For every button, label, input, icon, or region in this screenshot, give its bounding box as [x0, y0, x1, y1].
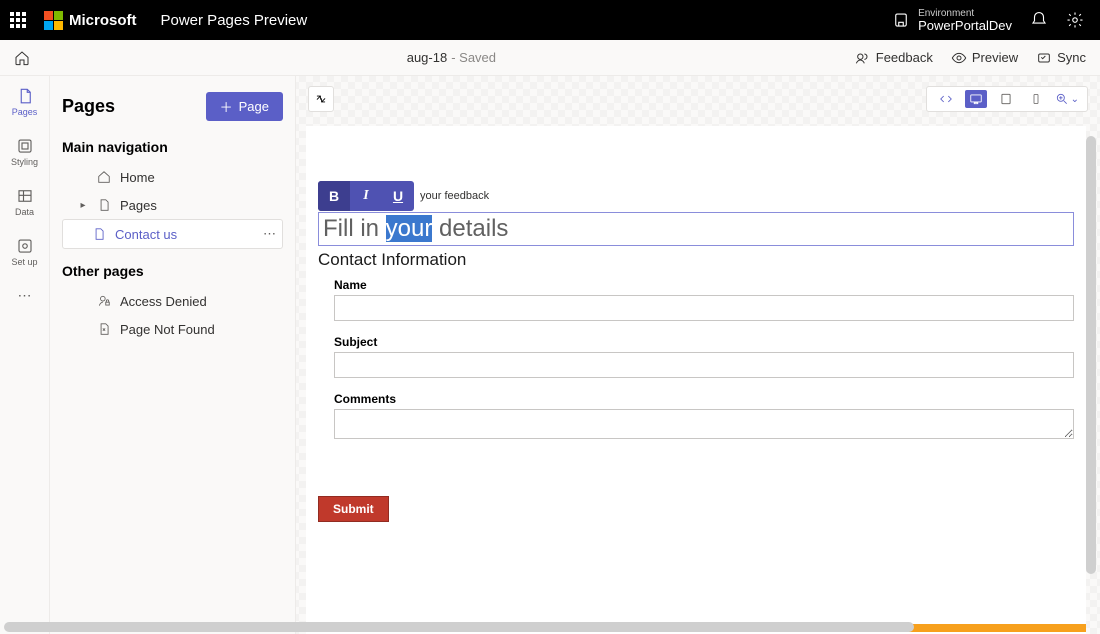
- tree-pages-label: Pages: [120, 198, 157, 213]
- comments-label: Comments: [334, 392, 1074, 406]
- page-icon: [96, 197, 112, 213]
- rail-styling[interactable]: Styling: [0, 134, 50, 170]
- tree-home[interactable]: Home: [62, 163, 283, 191]
- chevron-down-icon: ⌄: [1071, 94, 1079, 105]
- heading-pre: Fill in: [323, 215, 386, 242]
- rail-more-icon[interactable]: ⋯: [0, 284, 50, 307]
- desktop-view-icon[interactable]: [965, 90, 987, 108]
- viewport-switcher: ⌄: [926, 86, 1088, 112]
- left-rail: Pages Styling Data Set up ⋯: [0, 76, 50, 634]
- lock-user-icon: [96, 293, 112, 309]
- tree-contact-label: Contact us: [115, 227, 177, 242]
- tree-access-label: Access Denied: [120, 294, 207, 309]
- more-options-icon[interactable]: ⋯: [263, 226, 276, 242]
- rail-data-label: Data: [15, 207, 34, 217]
- app-topbar: Microsoft Power Pages Preview Environmen…: [0, 0, 1100, 40]
- preview-button[interactable]: Preview: [951, 50, 1018, 66]
- comments-input[interactable]: [334, 409, 1074, 439]
- main-area: Pages Styling Data Set up ⋯ Pages ＋ Page…: [0, 76, 1100, 634]
- submit-button[interactable]: Submit: [318, 496, 389, 522]
- heading-post: details: [432, 215, 508, 242]
- rail-styling-label: Styling: [11, 157, 38, 167]
- page-error-icon: [96, 321, 112, 337]
- subject-label: Subject: [334, 335, 1074, 349]
- save-status: - Saved: [451, 50, 496, 65]
- form-subhead: Contact Information: [318, 250, 1074, 270]
- canvas-toolbar: ⌄: [308, 84, 1088, 114]
- command-bar: aug-18 - Saved Feedback Preview Sync: [0, 40, 1100, 76]
- subject-input[interactable]: [334, 352, 1074, 378]
- rail-setup[interactable]: Set up: [0, 234, 50, 270]
- tree-pages[interactable]: ▸ Pages: [62, 191, 283, 219]
- microsoft-logo-icon: [44, 11, 63, 30]
- mobile-view-icon[interactable]: [1025, 90, 1047, 108]
- app-launcher-icon[interactable]: [10, 12, 26, 28]
- brand-label: Microsoft: [69, 12, 137, 29]
- submit-label: Submit: [333, 502, 374, 516]
- tablet-view-icon[interactable]: [995, 90, 1017, 108]
- rail-pages[interactable]: Pages: [0, 84, 50, 120]
- contact-form: Contact Information Name Subject Comment…: [318, 250, 1074, 522]
- notifications-icon[interactable]: [1030, 11, 1048, 29]
- environment-value: PowerPortalDev: [918, 19, 1012, 33]
- chevron-right-icon[interactable]: ▸: [78, 200, 88, 211]
- text-format-toolbar: B I U your feedback: [318, 181, 489, 211]
- toolbar-hint: your feedback: [420, 190, 489, 202]
- main-nav-label: Main navigation: [62, 139, 283, 155]
- heading-editor[interactable]: Fill in your details: [318, 212, 1074, 246]
- tree-not-found[interactable]: Page Not Found: [62, 315, 283, 343]
- environment-picker[interactable]: Environment PowerPortalDev: [892, 8, 1012, 33]
- rail-pages-label: Pages: [12, 107, 38, 117]
- heading-selection: your: [386, 215, 433, 242]
- feedback-button[interactable]: Feedback: [855, 50, 933, 66]
- sync-label: Sync: [1057, 50, 1086, 65]
- code-view-icon[interactable]: [935, 90, 957, 108]
- tree-notfound-label: Page Not Found: [120, 322, 215, 337]
- settings-icon[interactable]: [1066, 11, 1084, 29]
- environment-label: Environment: [918, 8, 1012, 19]
- add-page-button[interactable]: ＋ Page: [206, 92, 283, 121]
- italic-button[interactable]: I: [350, 181, 382, 211]
- design-canvas-wrap: ⌄ B I U your feedback Fill in your detai…: [296, 76, 1100, 634]
- environment-icon: [892, 11, 910, 29]
- bold-button[interactable]: B: [318, 181, 350, 211]
- sync-button[interactable]: Sync: [1036, 50, 1086, 66]
- zoom-control[interactable]: ⌄: [1055, 92, 1079, 106]
- plus-icon: ＋: [220, 97, 233, 116]
- expand-icon[interactable]: [308, 86, 334, 112]
- preview-label: Preview: [972, 50, 1018, 65]
- tree-access-denied[interactable]: Access Denied: [62, 287, 283, 315]
- rail-data[interactable]: Data: [0, 184, 50, 220]
- home-button[interactable]: [14, 50, 48, 66]
- name-label: Name: [334, 278, 1074, 292]
- tree-home-label: Home: [120, 170, 155, 185]
- page-icon: [91, 226, 107, 242]
- name-input[interactable]: [334, 295, 1074, 321]
- underline-button[interactable]: U: [382, 181, 414, 211]
- other-pages-label: Other pages: [62, 263, 283, 279]
- tree-contact-us[interactable]: Contact us ⋯: [62, 219, 283, 249]
- add-page-label: Page: [239, 99, 269, 114]
- panel-title: Pages: [62, 96, 115, 117]
- product-label: Power Pages Preview: [161, 12, 308, 29]
- field-subject: Subject: [334, 335, 1074, 378]
- document-name[interactable]: aug-18: [407, 50, 447, 65]
- field-comments: Comments: [334, 392, 1074, 444]
- home-icon: [96, 169, 112, 185]
- feedback-label: Feedback: [876, 50, 933, 65]
- pages-panel: Pages ＋ Page Main navigation Home ▸ Page…: [50, 76, 296, 634]
- field-name: Name: [334, 278, 1074, 321]
- horizontal-scrollbar[interactable]: [4, 622, 914, 632]
- canvas-scrollbar[interactable]: [1086, 136, 1096, 574]
- rail-setup-label: Set up: [11, 257, 37, 267]
